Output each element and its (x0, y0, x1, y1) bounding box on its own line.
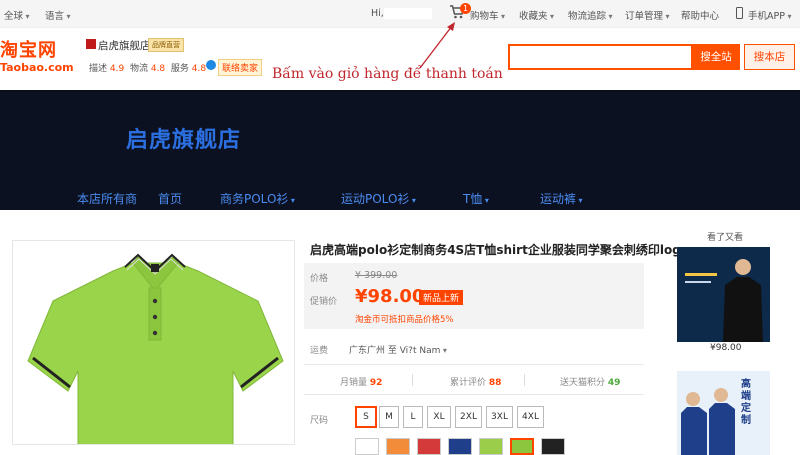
size-option-s[interactable]: S (355, 406, 377, 428)
divider (304, 364, 644, 365)
mobile-app-menu[interactable]: 手机APP (748, 8, 792, 22)
username-mask (384, 8, 432, 19)
wangwang-icon (206, 60, 216, 70)
search-all-button[interactable]: 搜全站 (692, 44, 740, 70)
monthly-sales: 月销量 92 (340, 378, 383, 388)
recommended-item-2-text: 高端定制 (741, 379, 751, 426)
banner-title: 启虎旗舰店 (126, 128, 242, 153)
recommended-item-1[interactable] (677, 247, 770, 342)
favorites-menu[interactable]: 收藏夹 (519, 8, 554, 22)
mobile-icon (736, 7, 743, 19)
promo-price: ¥98.00 (355, 286, 425, 307)
original-price: ¥ 399.00 (355, 270, 398, 281)
recommended-item-1-price: ¥98.00 (710, 343, 742, 353)
size-option-3xl[interactable]: 3XL (486, 406, 513, 428)
stat-separator (412, 374, 413, 386)
coin-discount-note: 淘金币可抵扣商品价格5% (355, 315, 454, 325)
recommended-item-2[interactable]: 高端定制 (677, 371, 770, 455)
size-option-4xl[interactable]: 4XL (517, 406, 544, 428)
shop-rating: 描述 4.9 物流 4.8 服务 4.8 (89, 64, 207, 74)
region-menu[interactable]: 全球 (4, 8, 30, 22)
language-menu[interactable]: 语言 (45, 8, 71, 22)
new-arrival-badge: 新品上新 (419, 290, 464, 305)
nav-all-products[interactable]: 本店所有商 (77, 190, 137, 207)
shop-tag: 品牌直营 (148, 38, 184, 52)
divider (304, 394, 644, 395)
shop-badge-icon (86, 39, 96, 49)
shipping-destination-select[interactable]: 广东广州 至 Vi?t Nam (349, 343, 447, 356)
size-option-m[interactable]: M (379, 406, 399, 428)
nav-sport-pants[interactable]: 运动裤 (540, 190, 583, 207)
tmall-points: 送天猫积分 49 (560, 378, 621, 388)
see-also-title: 看了又看 (707, 233, 744, 243)
color-swatch[interactable] (479, 438, 503, 455)
product-main: 启虎高端polo衫定制商务4S店T恤shirt企业服装同学聚会刺绣印logo 价… (0, 210, 800, 455)
greeting-text: Hi, (371, 8, 384, 19)
size-option-l[interactable]: L (403, 406, 423, 428)
taobao-logo-sub: Taobao.com (0, 61, 74, 74)
nav-sport-polo[interactable]: 运动POLO衫 (341, 190, 416, 207)
polo-shirt-icon (27, 253, 284, 444)
taobao-logo[interactable]: 淘宝网 (0, 36, 57, 62)
nav-business-polo[interactable]: 商务POLO衫 (220, 190, 295, 207)
promo-price-label: 促销价 (310, 297, 338, 307)
product-image[interactable] (12, 240, 295, 445)
cart-link[interactable]: 购物车 (470, 8, 505, 22)
product-title: 启虎高端polo衫定制商务4S店T恤shirt企业服装同学聚会刺绣印logo (310, 243, 690, 257)
help-link[interactable]: 帮助中心 (681, 8, 719, 22)
shop-banner: 启虎旗舰店 本店所有商 首页 商务POLO衫 运动POLO衫 T恤 运动裤 (0, 90, 800, 210)
size-option-2xl[interactable]: 2XL (455, 406, 482, 428)
nav-tshirt[interactable]: T恤 (463, 190, 489, 207)
color-swatch[interactable] (355, 438, 379, 455)
nav-home[interactable]: 首页 (158, 190, 182, 207)
color-swatch[interactable] (448, 438, 472, 455)
stat-separator (524, 374, 525, 386)
total-reviews[interactable]: 累计评价 88 (450, 375, 501, 388)
annotation-arrow-icon (419, 22, 455, 69)
shop-name[interactable]: 启虎旗舰店 (98, 38, 151, 53)
color-swatch[interactable] (417, 438, 441, 455)
search-shop-button[interactable]: 搜本店 (744, 44, 795, 70)
color-swatch[interactable] (510, 438, 534, 455)
search-input[interactable] (508, 44, 693, 70)
shipping-label: 运费 (310, 346, 329, 356)
size-label: 尺码 (310, 416, 329, 426)
price-label: 价格 (310, 274, 329, 284)
color-swatch[interactable] (541, 438, 565, 455)
size-option-xl[interactable]: XL (427, 406, 451, 428)
logistics-menu[interactable]: 物流追踪 (568, 8, 613, 22)
polo-model-icon (677, 247, 770, 342)
color-swatch[interactable] (386, 438, 410, 455)
team-polo-icon (677, 371, 770, 455)
orders-menu[interactable]: 订单管理 (625, 8, 670, 22)
annotation-text: Bấm vào giỏ hàng để thanh toán (272, 66, 503, 82)
contact-seller-button[interactable]: 联络卖家 (218, 59, 263, 76)
